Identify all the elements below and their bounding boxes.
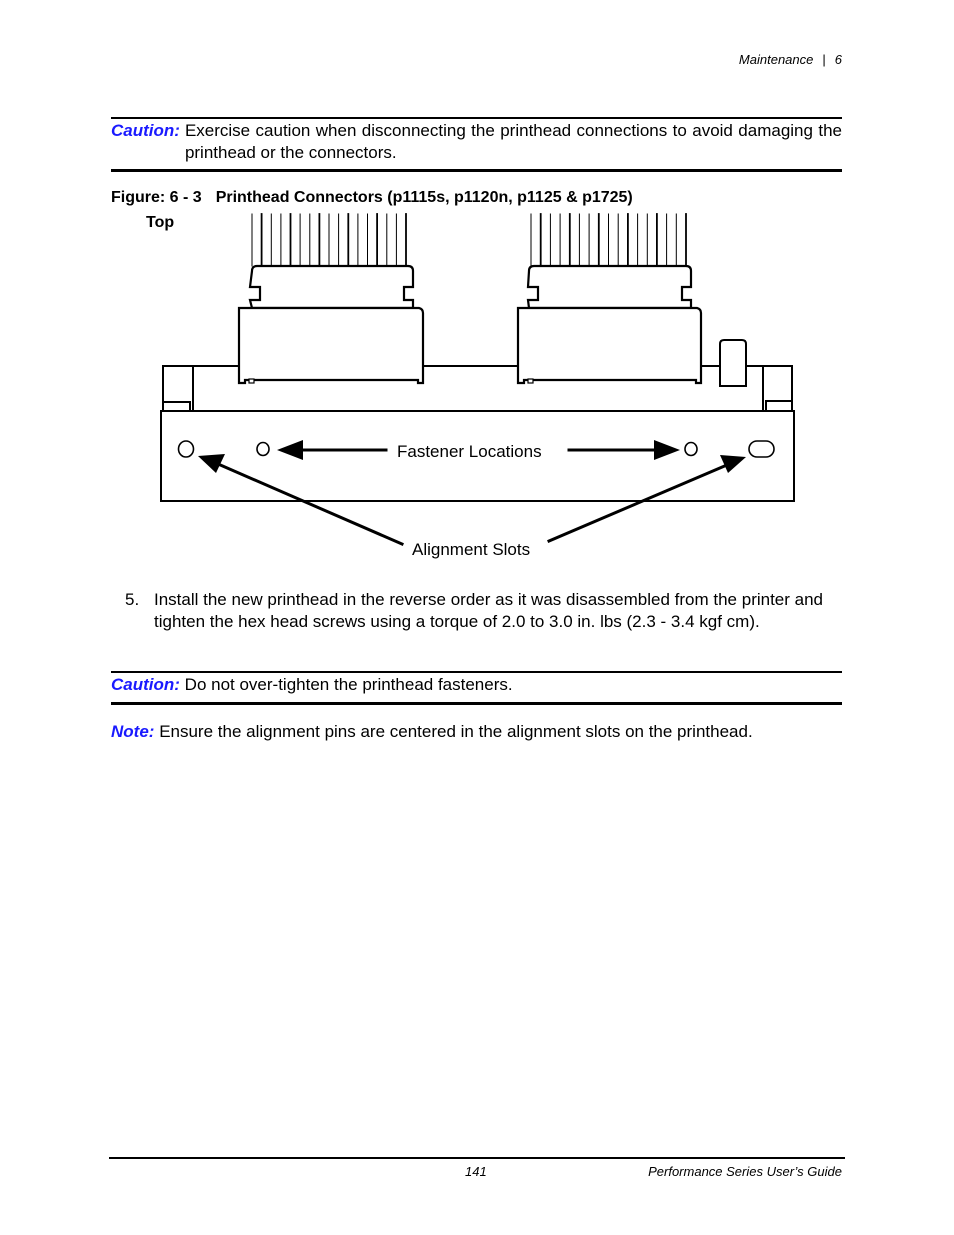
fastener-locations-label: Fastener Locations (397, 442, 542, 461)
step-text: Install the new printhead in the reverse… (154, 590, 824, 631)
right-connector-ribbon-wires (530, 213, 687, 267)
step-5: 5. Install the new printhead in the reve… (125, 589, 845, 633)
note-label: Note: (111, 722, 155, 741)
caution2-label: Caution: (111, 675, 180, 694)
footer-rule (109, 1157, 845, 1159)
left-connector-ribbon-wires (251, 213, 407, 267)
printhead-connectors-figure: Fastener Locations Alignment Slots (160, 213, 795, 559)
alignment-slots-label: Alignment Slots (412, 540, 530, 559)
left-printhead-connector (237, 264, 425, 385)
right-printhead-connector (516, 264, 703, 385)
page-number: 141 (465, 1164, 487, 1179)
note: Note: Ensure the alignment pins are cent… (111, 721, 753, 743)
caution2-bottom-rule (111, 702, 842, 705)
caution2-top-rule (111, 671, 842, 673)
note-text: Ensure the alignment pins are centered i… (159, 722, 753, 741)
guide-title: Performance Series User’s Guide (648, 1164, 842, 1179)
step-number: 5. (125, 590, 140, 609)
alignment-pin-block (719, 339, 747, 387)
caution2-text: Do not over-tighten the printhead fasten… (184, 675, 513, 694)
caution2-box: Caution: Do not over-tighten the printhe… (111, 674, 842, 696)
